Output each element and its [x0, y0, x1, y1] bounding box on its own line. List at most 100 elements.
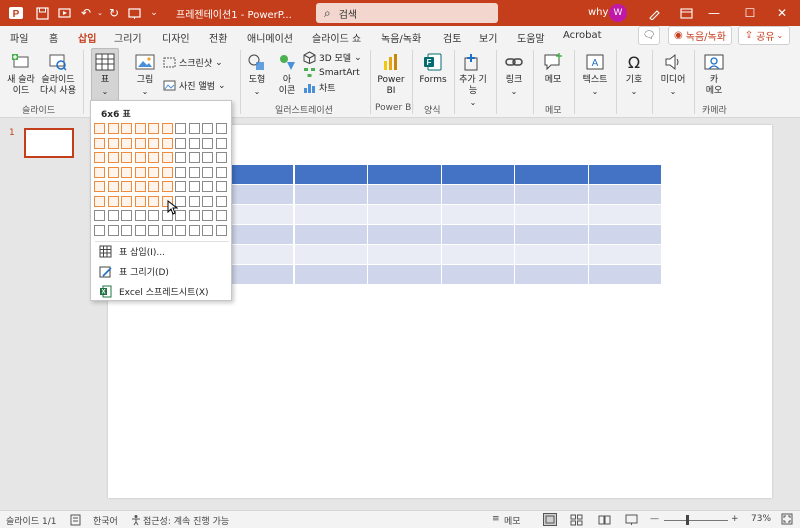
tab-draw[interactable]: 그리기	[114, 30, 142, 45]
table-grid-cell[interactable]	[148, 181, 159, 192]
slide-thumbnail[interactable]	[24, 128, 74, 158]
tab-help[interactable]: 도움말	[517, 30, 545, 45]
notes-button[interactable]: 메모	[504, 514, 521, 527]
table-grid-cell[interactable]	[188, 123, 200, 134]
table-grid-cell[interactable]	[148, 152, 159, 163]
reading-view-icon[interactable]	[598, 514, 611, 528]
spellcheck-icon[interactable]	[70, 514, 82, 528]
table-button[interactable]: 표 ⌄	[91, 48, 119, 102]
search-input[interactable]: ⌕ 검색	[316, 3, 498, 23]
zoom-slider[interactable]	[664, 520, 728, 521]
tab-slideshow[interactable]: 슬라이드 쇼	[312, 30, 361, 45]
table-grid-cell[interactable]	[161, 166, 173, 178]
comments-button[interactable]: 🗨	[638, 26, 660, 45]
table-grid-cell[interactable]	[215, 137, 227, 149]
table-grid-cell[interactable]	[134, 166, 146, 178]
zoom-slider-thumb[interactable]	[686, 515, 689, 525]
table-grid-cell[interactable]	[107, 123, 119, 134]
table-grid-cell[interactable]	[202, 123, 213, 134]
shapes-button[interactable]: 도형 ⌄	[244, 52, 270, 97]
text-button[interactable]: A 텍스트 ⌄	[578, 52, 612, 97]
table-grid-cell[interactable]	[215, 123, 227, 134]
table-grid-cell[interactable]	[215, 195, 227, 207]
table-grid-cell[interactable]	[148, 123, 159, 134]
new-comment-button[interactable]: 메모	[538, 52, 568, 86]
notes-icon[interactable]: ≡	[492, 514, 500, 524]
table-grid-cell[interactable]	[202, 224, 213, 236]
fit-to-window-icon[interactable]	[781, 513, 793, 528]
addins-button[interactable]: 추가 기 능 ⌄	[456, 52, 490, 108]
table-grid-cell[interactable]	[134, 123, 146, 134]
table-grid-cell[interactable]	[121, 137, 132, 149]
table-grid-cell[interactable]	[175, 137, 186, 149]
language-indicator[interactable]: 한국어	[93, 514, 118, 527]
slideshow-view-icon[interactable]	[625, 514, 638, 528]
normal-view-icon[interactable]	[543, 513, 557, 528]
table-grid-cell[interactable]	[175, 123, 186, 134]
table-grid-cell[interactable]	[202, 137, 213, 149]
table-grid-cell[interactable]	[148, 195, 159, 207]
table-grid-cell[interactable]	[215, 152, 227, 163]
table-grid-cell[interactable]	[148, 224, 159, 236]
table-grid-cell[interactable]	[161, 123, 173, 134]
table-grid-cell[interactable]	[202, 195, 213, 207]
table-grid-cell[interactable]	[148, 210, 159, 221]
customize-toolbar-icon[interactable]: ⌄	[146, 5, 162, 21]
table-grid-cell[interactable]	[134, 137, 146, 149]
icons-button[interactable]: 아 이콘	[274, 52, 300, 97]
zoom-out-button[interactable]: —	[650, 514, 659, 524]
table-grid-cell[interactable]	[148, 166, 159, 178]
table-grid-cell[interactable]	[188, 195, 200, 207]
accessibility-status[interactable]: 접근성: 계속 진행 가능	[143, 514, 229, 527]
tab-insert[interactable]: 삽입	[78, 30, 97, 49]
tab-record[interactable]: 녹음/녹화	[381, 30, 421, 45]
table-grid-cell[interactable]	[107, 195, 119, 207]
table-grid-cell[interactable]	[188, 181, 200, 192]
table-grid-cell[interactable]	[215, 166, 227, 178]
table-grid-cell[interactable]	[94, 224, 105, 236]
table-grid-cell[interactable]	[107, 166, 119, 178]
reuse-slides-button[interactable]: 슬라이드 다시 사용	[38, 52, 78, 97]
table-grid-cell[interactable]	[107, 181, 119, 192]
table-grid-cell[interactable]	[175, 224, 186, 236]
slideshow-icon[interactable]	[126, 5, 142, 21]
table-grid-cell[interactable]	[94, 166, 105, 178]
close-button[interactable]: ✕	[762, 0, 800, 26]
images-button[interactable]: 그림 ⌄	[134, 52, 156, 97]
3d-models-button[interactable]: 3D 모델 ⌄	[303, 51, 362, 64]
table-grid-cell[interactable]	[107, 152, 119, 163]
table-grid-cell[interactable]	[188, 224, 200, 236]
table-grid-cell[interactable]	[94, 123, 105, 134]
table-grid-cell[interactable]	[188, 152, 200, 163]
powerbi-button[interactable]: Power BI	[376, 52, 406, 97]
table-grid-cell[interactable]	[175, 152, 186, 163]
table-grid-cell[interactable]	[121, 210, 132, 221]
table-grid-cell[interactable]	[161, 224, 173, 236]
tab-file[interactable]: 파일	[10, 30, 28, 45]
chart-button[interactable]: 차트	[303, 81, 336, 94]
table-grid-cell[interactable]	[202, 152, 213, 163]
tab-acrobat[interactable]: Acrobat	[563, 30, 602, 41]
forms-button[interactable]: F Forms	[418, 52, 448, 86]
table-grid-cell[interactable]	[215, 210, 227, 221]
tab-animations[interactable]: 애니메이션	[247, 30, 293, 45]
tab-review[interactable]: 검토	[443, 30, 461, 45]
table-grid-cell[interactable]	[175, 166, 186, 178]
table-grid-cell[interactable]	[148, 137, 159, 149]
draw-table-menu-item[interactable]: 표 그리기(D)	[99, 263, 169, 279]
redo-icon[interactable]: ↻	[106, 5, 122, 21]
table-grid-cell[interactable]	[94, 152, 105, 163]
table-grid-cell[interactable]	[121, 123, 132, 134]
table-grid-cell[interactable]	[107, 210, 119, 221]
table-grid-cell[interactable]	[134, 195, 146, 207]
table-grid-cell[interactable]	[94, 195, 105, 207]
tab-view[interactable]: 보기	[479, 30, 497, 45]
cameo-button[interactable]: 카 메오	[700, 52, 728, 97]
table-grid-cell[interactable]	[94, 181, 105, 192]
table-grid-cell[interactable]	[215, 224, 227, 236]
zoom-level[interactable]: 73%	[751, 514, 771, 524]
table-grid-cell[interactable]	[188, 166, 200, 178]
table-grid-cell[interactable]	[202, 166, 213, 178]
table-grid-cell[interactable]	[215, 181, 227, 192]
new-slide-button[interactable]: 새 슬라 이드	[4, 52, 38, 97]
